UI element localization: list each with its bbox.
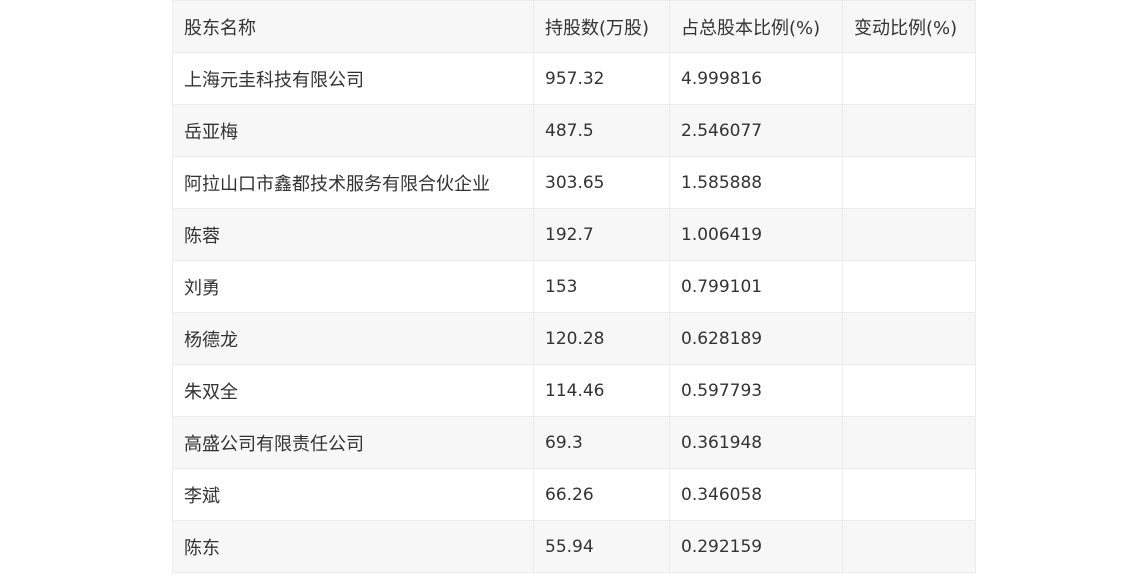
cell-share-ratio: 0.597793	[669, 364, 843, 417]
cell-shareholder-name: 杨德龙	[172, 312, 534, 365]
cell-change-ratio	[842, 208, 976, 261]
cell-shareholder-name: 陈东	[172, 520, 534, 573]
cell-shareholder-name: 陈蓉	[172, 208, 534, 261]
cell-change-ratio	[842, 312, 976, 365]
cell-share-ratio: 0.361948	[669, 416, 843, 469]
cell-shares-held: 114.46	[533, 364, 670, 417]
cell-change-ratio	[842, 468, 976, 521]
table-row: 上海元圭科技有限公司 957.32 4.999816	[172, 52, 976, 105]
cell-share-ratio: 2.546077	[669, 104, 843, 157]
header-share-ratio: 占总股本比例(%)	[669, 0, 843, 53]
table-row: 李斌 66.26 0.346058	[172, 468, 976, 521]
header-shares-held: 持股数(万股)	[533, 0, 670, 53]
cell-share-ratio: 1.006419	[669, 208, 843, 261]
cell-share-ratio: 0.628189	[669, 312, 843, 365]
cell-change-ratio	[842, 364, 976, 417]
cell-shares-held: 303.65	[533, 156, 670, 209]
cell-shares-held: 153	[533, 260, 670, 313]
cell-share-ratio: 0.799101	[669, 260, 843, 313]
table-row: 陈蓉 192.7 1.006419	[172, 208, 976, 261]
cell-shares-held: 192.7	[533, 208, 670, 261]
cell-share-ratio: 0.292159	[669, 520, 843, 573]
shareholders-table-container: 股东名称 持股数(万股) 占总股本比例(%) 变动比例(%) 上海元圭科技有限公…	[172, 0, 976, 573]
cell-change-ratio	[842, 156, 976, 209]
table-row: 朱双全 114.46 0.597793	[172, 364, 976, 417]
table-row: 阿拉山口市鑫都技术服务有限合伙企业 303.65 1.585888	[172, 156, 976, 209]
cell-shareholder-name: 岳亚梅	[172, 104, 534, 157]
cell-shares-held: 66.26	[533, 468, 670, 521]
cell-change-ratio	[842, 260, 976, 313]
cell-shareholder-name: 阿拉山口市鑫都技术服务有限合伙企业	[172, 156, 534, 209]
cell-change-ratio	[842, 520, 976, 573]
cell-shareholder-name: 刘勇	[172, 260, 534, 313]
cell-shareholder-name: 朱双全	[172, 364, 534, 417]
cell-share-ratio: 4.999816	[669, 52, 843, 105]
cell-shareholder-name: 上海元圭科技有限公司	[172, 52, 534, 105]
cell-shares-held: 69.3	[533, 416, 670, 469]
cell-share-ratio: 1.585888	[669, 156, 843, 209]
table-header-row: 股东名称 持股数(万股) 占总股本比例(%) 变动比例(%)	[172, 0, 976, 53]
table-row: 岳亚梅 487.5 2.546077	[172, 104, 976, 157]
table-row: 高盛公司有限责任公司 69.3 0.361948	[172, 416, 976, 469]
cell-shares-held: 55.94	[533, 520, 670, 573]
cell-shares-held: 120.28	[533, 312, 670, 365]
cell-shares-held: 487.5	[533, 104, 670, 157]
cell-change-ratio	[842, 52, 976, 105]
table-row: 杨德龙 120.28 0.628189	[172, 312, 976, 365]
table-row: 陈东 55.94 0.292159	[172, 520, 976, 573]
cell-shareholder-name: 高盛公司有限责任公司	[172, 416, 534, 469]
cell-change-ratio	[842, 104, 976, 157]
cell-shareholder-name: 李斌	[172, 468, 534, 521]
cell-shares-held: 957.32	[533, 52, 670, 105]
table-row: 刘勇 153 0.799101	[172, 260, 976, 313]
cell-change-ratio	[842, 416, 976, 469]
cell-share-ratio: 0.346058	[669, 468, 843, 521]
shareholders-table: 股东名称 持股数(万股) 占总股本比例(%) 变动比例(%) 上海元圭科技有限公…	[172, 0, 976, 573]
header-change-ratio: 变动比例(%)	[842, 0, 976, 53]
header-shareholder-name: 股东名称	[172, 0, 534, 53]
